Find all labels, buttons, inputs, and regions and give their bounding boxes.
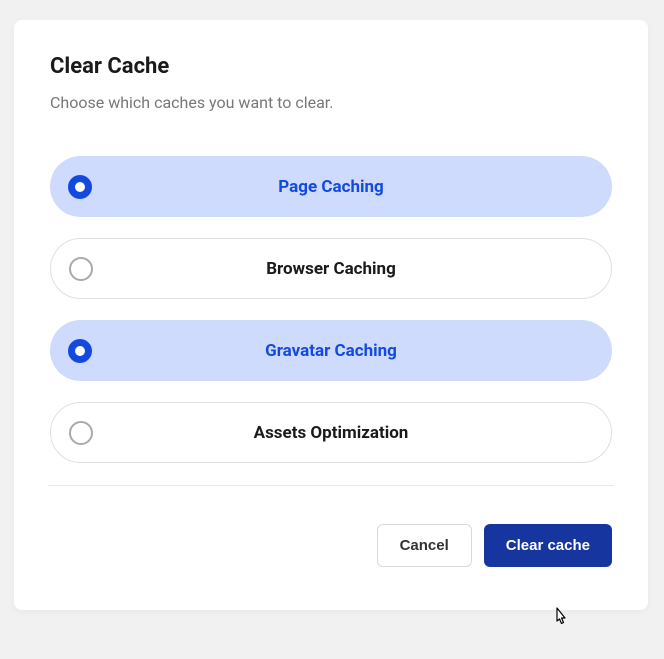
option-page-caching[interactable]: Page Caching <box>50 156 612 217</box>
option-label: Gravatar Caching <box>50 341 612 361</box>
clear-cache-modal: Clear Cache Choose which caches you want… <box>14 20 648 610</box>
option-label: Page Caching <box>50 177 612 197</box>
modal-subtitle: Choose which caches you want to clear. <box>50 93 612 112</box>
option-browser-caching[interactable]: Browser Caching <box>50 238 612 299</box>
radio-icon <box>69 257 93 281</box>
modal-footer: Cancel Clear cache <box>50 524 612 567</box>
option-label: Browser Caching <box>51 259 611 279</box>
option-assets-optimization[interactable]: Assets Optimization <box>50 402 612 463</box>
option-gravatar-caching[interactable]: Gravatar Caching <box>50 320 612 381</box>
options-list: Page Caching Browser Caching Gravatar Ca… <box>50 156 612 463</box>
radio-icon <box>69 421 93 445</box>
divider <box>48 485 614 486</box>
clear-cache-button[interactable]: Clear cache <box>484 524 612 567</box>
option-label: Assets Optimization <box>51 423 611 443</box>
radio-icon <box>68 339 92 363</box>
radio-icon <box>68 175 92 199</box>
cancel-button[interactable]: Cancel <box>377 524 472 567</box>
modal-title: Clear Cache <box>50 54 612 79</box>
